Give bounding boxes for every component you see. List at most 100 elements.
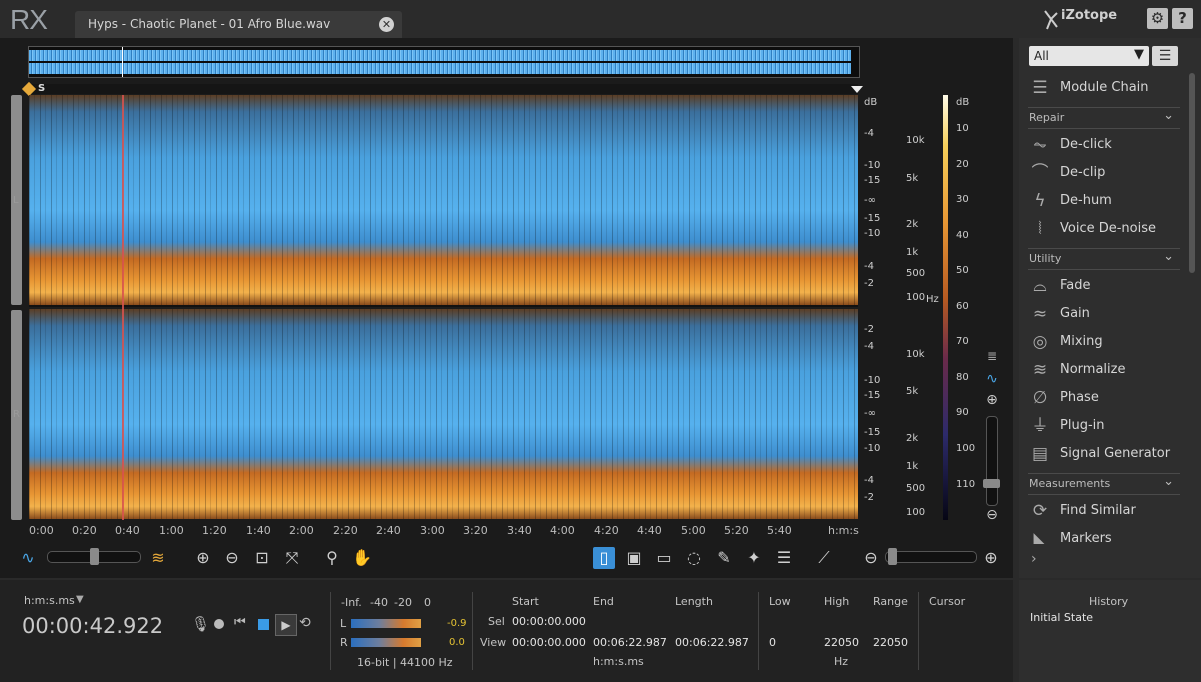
section-repair[interactable]: Repair ⌄ (1028, 107, 1180, 129)
gear-icon[interactable]: ⚙ (1147, 8, 1168, 29)
module-label: Plug-in (1060, 418, 1105, 433)
module-gain[interactable]: ≈ Gain (1028, 301, 1178, 327)
record-button[interactable] (214, 619, 224, 629)
view-start-field[interactable]: 00:00:00.000 (512, 636, 586, 649)
module-markers[interactable]: ◣ Markers (1028, 526, 1178, 544)
file-tab[interactable]: Hyps - Chaotic Planet - 01 Afro Blue.wav… (75, 11, 402, 38)
play-button[interactable]: ▶ (275, 614, 297, 636)
horizontal-zoom-knob[interactable] (888, 548, 897, 565)
magic-wand-tool-icon[interactable]: ✦ (743, 547, 765, 569)
module-normalize[interactable]: ≋ Normalize (1028, 357, 1178, 383)
module-label: De-hum (1060, 193, 1112, 208)
audio-format-label: 16-bit | 44100 Hz (357, 656, 453, 669)
playhead[interactable] (122, 95, 124, 520)
module-voice-de-noise[interactable]: ⦚ Voice De-noise (1028, 216, 1178, 242)
left-db-tick: -∞ (864, 195, 876, 206)
color-scale-tick: 70 (956, 336, 969, 347)
hand-tool-icon[interactable]: ✋ (351, 547, 373, 569)
module-chain-button[interactable]: ☰ Module Chain (1028, 75, 1178, 101)
zoom-in-icon[interactable]: ⊕ (192, 547, 214, 569)
time-tick: 3:40 (507, 524, 532, 537)
module-signal-generator[interactable]: ▤ Signal Generator (1028, 441, 1178, 467)
module-de-click[interactable]: ⏦ De-click (1028, 132, 1178, 158)
module-fade[interactable]: ⌓ Fade (1028, 273, 1178, 299)
zoom-selection-icon[interactable]: ⊡ (251, 547, 273, 569)
spectrogram-view-icon[interactable]: ≣ (984, 349, 1000, 363)
module-chain-label: Module Chain (1060, 80, 1149, 95)
spectrogram-blend-slider[interactable] (47, 548, 141, 565)
help-button[interactable]: ? (1172, 8, 1193, 29)
plugin-icon: ⏚ (1031, 416, 1049, 436)
loop-icon[interactable]: ⟲ (299, 615, 311, 631)
selection-ruler[interactable] (28, 84, 858, 94)
module-label: Markers (1060, 531, 1112, 544)
horizontal-zoom-slider[interactable] (885, 548, 977, 565)
horizontal-zoom-out-icon[interactable]: ⊖ (860, 547, 882, 569)
sel-start-field[interactable]: 00:00:00.000 (512, 615, 586, 628)
module-de-hum[interactable]: ϟ De-hum (1028, 188, 1178, 214)
vertical-zoom-slider[interactable] (983, 416, 1000, 506)
stop-button[interactable] (258, 619, 269, 630)
waveform-view-icon[interactable]: ∿ (984, 371, 1000, 387)
module-filter-dropdown[interactable]: All ▼ (1029, 46, 1149, 66)
view-high-field[interactable]: 22050 (824, 636, 859, 649)
list-view-icon[interactable]: ☰ (1152, 46, 1178, 66)
time-selection-tool-icon[interactable]: ▯ (593, 547, 615, 569)
end-marker-icon[interactable] (851, 86, 863, 93)
microphone-icon[interactable]: 🎙 (191, 615, 210, 633)
right-channel-spectrogram[interactable] (29, 309, 858, 519)
blend-slider-knob[interactable] (90, 548, 99, 565)
color-scale-tick: 20 (956, 159, 969, 170)
chevron-down-icon[interactable]: ▼ (76, 594, 84, 605)
vertical-zoom-knob[interactable] (983, 479, 1000, 488)
horizontal-zoom-in-icon[interactable]: ⊕ (980, 547, 1002, 569)
magnify-tool-icon[interactable]: ⚲ (321, 547, 343, 569)
history-item[interactable]: Initial State (1030, 611, 1093, 624)
instant-process-icon[interactable]: ⟋ (813, 547, 835, 569)
time-tick: 0:20 (72, 524, 97, 537)
time-frequency-selection-tool-icon[interactable]: ▣ (623, 547, 645, 569)
time-tick: 4:40 (637, 524, 662, 537)
zoom-out-icon[interactable]: ⊖ (221, 547, 243, 569)
go-to-start-icon[interactable]: ⏮ (234, 615, 246, 630)
markers-icon: ◣ (1033, 529, 1047, 544)
waveform-toggle-icon[interactable]: ∿ (17, 547, 39, 569)
module-find-similar[interactable]: ⟳ Find Similar (1028, 498, 1178, 524)
harmonic-selection-icon[interactable]: ☰ (773, 547, 795, 569)
lasso-tool-icon[interactable]: ◌ (683, 547, 705, 569)
module-panel-scrollbar[interactable] (1189, 73, 1195, 273)
module-plug-in[interactable]: ⏚ Plug-in (1028, 413, 1178, 439)
section-measurements[interactable]: Measurements ⌄ (1028, 473, 1180, 495)
view-range-field[interactable]: 22050 (873, 636, 908, 649)
chevron-right-icon[interactable]: › (1031, 551, 1037, 567)
time-format-selector[interactable]: h:m:s.ms (24, 594, 75, 607)
vertical-zoom-in-icon[interactable]: ⊕ (984, 392, 1000, 408)
section-utility[interactable]: Utility ⌄ (1028, 248, 1180, 270)
spectrogram-toggle-icon[interactable]: ≋ (147, 547, 169, 569)
module-de-clip[interactable]: ⌒ De-clip (1028, 160, 1178, 186)
left-db-tick: -2 (864, 278, 874, 289)
view-low-field[interactable]: 0 (769, 636, 776, 649)
color-scale-tick: 40 (956, 230, 969, 241)
module-phase[interactable]: ∅ Phase (1028, 385, 1178, 411)
right-channel-label: R (13, 409, 20, 420)
left-channel-label: L (13, 195, 19, 206)
time-unit-label: h:m:s.ms (593, 655, 644, 668)
gain-icon: ≈ (1032, 304, 1048, 324)
module-mixing[interactable]: ◎ Mixing (1028, 329, 1178, 355)
brush-tool-icon[interactable]: ✎ (713, 547, 735, 569)
view-length-field[interactable]: 00:06:22.987 (675, 636, 749, 649)
frequency-selection-tool-icon[interactable]: ▭ (653, 547, 675, 569)
vertical-zoom-out-icon[interactable]: ⊖ (984, 507, 1000, 523)
close-icon[interactable]: ✕ (379, 17, 394, 32)
zoom-fit-icon[interactable]: ⤧ (281, 547, 303, 569)
time-tick: 5:00 (681, 524, 706, 537)
left-channel-spectrogram[interactable] (29, 95, 858, 305)
view-end-field[interactable]: 00:06:22.987 (593, 636, 667, 649)
time-tick: 4:20 (594, 524, 619, 537)
section-measurements-label: Measurements (1029, 477, 1111, 490)
time-tick: 1:40 (246, 524, 271, 537)
waveform-overview[interactable] (28, 46, 860, 78)
chevron-down-icon: ⌄ (1163, 108, 1174, 123)
spectrogram-view[interactable] (29, 95, 858, 520)
